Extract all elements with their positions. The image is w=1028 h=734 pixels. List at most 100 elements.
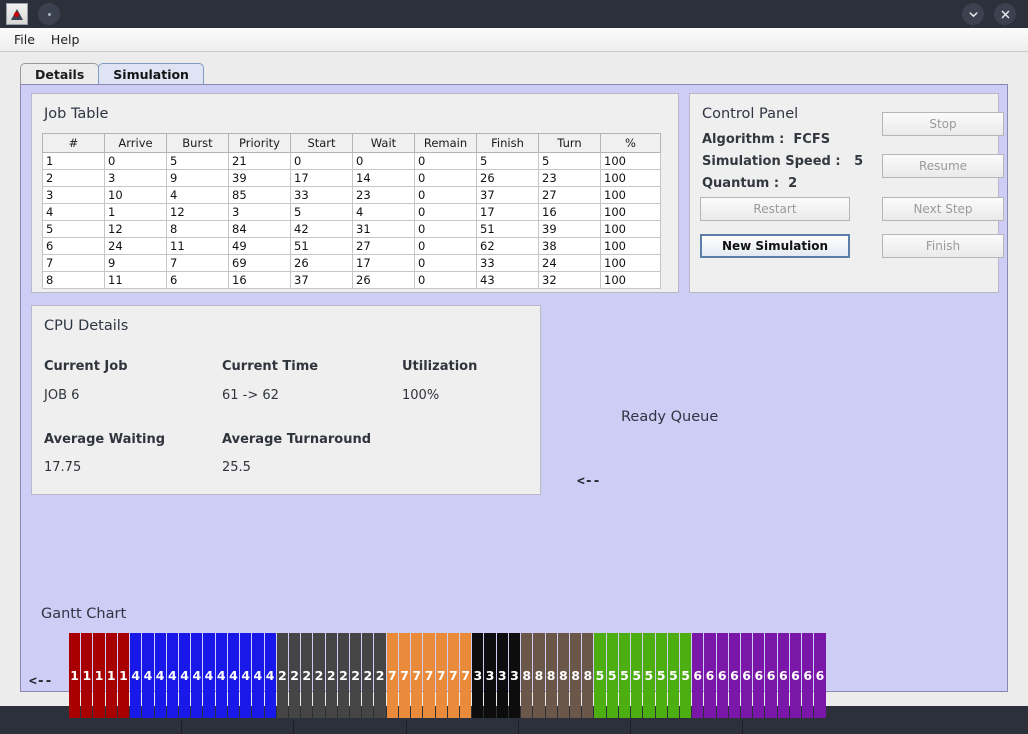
cell-start: 37 xyxy=(290,271,353,289)
cell-start: 42 xyxy=(290,220,353,238)
utilization-value: 100% xyxy=(402,388,440,403)
column-header-remain[interactable]: Remain xyxy=(414,133,477,153)
minimize-button[interactable] xyxy=(962,3,984,25)
cell-burst: 9 xyxy=(166,169,229,187)
gantt-cell-job-3: 3 xyxy=(508,633,521,718)
column-header-turn[interactable]: Turn xyxy=(538,133,601,153)
table-row[interactable]: 3 10 4 85 33 23 0 37 27 100 xyxy=(42,186,661,204)
cell-remain: 0 xyxy=(414,203,477,221)
gantt-cell-job-7: 7 xyxy=(447,633,459,718)
column-header-start[interactable]: Start xyxy=(290,133,353,153)
cell-arrive: 12 xyxy=(104,220,167,238)
cell-priority: 69 xyxy=(228,254,291,272)
table-row[interactable]: 8 11 6 16 37 26 0 43 32 100 xyxy=(42,271,661,289)
cell-wait: 27 xyxy=(352,237,415,255)
chevron-down-icon xyxy=(968,11,978,17)
column-header-arrive[interactable]: Arrive xyxy=(104,133,167,153)
cell-number: 3 xyxy=(42,186,105,204)
gantt-cell-job-4: 4 xyxy=(203,633,215,718)
gantt-cell-job-3: 3 xyxy=(472,633,484,718)
cell-turn: 5 xyxy=(538,152,601,170)
new-simulation-button[interactable]: New Simulation xyxy=(700,234,850,258)
current-job-value: JOB 6 xyxy=(44,388,80,403)
titlebar-dot-button[interactable] xyxy=(38,3,60,25)
cell-turn: 32 xyxy=(538,271,601,289)
column-header-percent[interactable]: % xyxy=(600,133,661,153)
gantt-cell-job-6: 6 xyxy=(765,633,777,718)
average-turnaround-value: 25.5 xyxy=(222,460,251,475)
column-header-finish[interactable]: Finish xyxy=(476,133,539,153)
tab-strip: Details Simulation xyxy=(20,63,204,84)
gantt-chart: 1111144444444444422222222277777773333888… xyxy=(69,633,826,734)
gantt-tick xyxy=(181,721,183,734)
gantt-cell-job-4: 4 xyxy=(215,633,227,718)
simulation-tab-panel: Job Table # Arrive Burst Priority Start … xyxy=(20,84,1008,734)
cell-priority: 21 xyxy=(228,152,291,170)
gantt-cell-job-6: 6 xyxy=(704,633,716,718)
cell-number: 2 xyxy=(42,169,105,187)
gantt-cell-job-2: 2 xyxy=(276,633,288,718)
cell-wait: 4 xyxy=(352,203,415,221)
window-titlebar xyxy=(0,0,1028,28)
menu-bar: File Help xyxy=(0,28,1028,52)
cell-percent: 100 xyxy=(600,186,661,204)
table-row[interactable]: 6 24 11 49 51 27 0 62 38 100 xyxy=(42,237,661,255)
ready-queue-marker: <-- xyxy=(577,474,601,489)
gantt-cell-job-4: 4 xyxy=(252,633,264,718)
cell-turn: 16 xyxy=(538,203,601,221)
cell-number: 5 xyxy=(42,220,105,238)
cell-finish: 51 xyxy=(476,220,539,238)
next-step-button[interactable]: Next Step xyxy=(882,197,1004,221)
column-header-priority[interactable]: Priority xyxy=(228,133,291,153)
table-row[interactable]: 7 9 7 69 26 17 0 33 24 100 xyxy=(42,254,661,272)
control-panel-title: Control Panel xyxy=(702,106,799,122)
cell-priority: 39 xyxy=(228,169,291,187)
column-header-burst[interactable]: Burst xyxy=(166,133,229,153)
job-table-header-row: # Arrive Burst Priority Start Wait Remai… xyxy=(42,133,661,153)
cell-percent: 100 xyxy=(600,203,661,221)
job-table-panel: Job Table # Arrive Burst Priority Start … xyxy=(31,93,679,293)
table-row[interactable]: 4 1 12 3 5 4 0 17 16 100 xyxy=(42,203,661,221)
gantt-cell-job-7: 7 xyxy=(386,633,398,718)
gantt-cell-job-6: 6 xyxy=(789,633,802,718)
cpu-details-title: CPU Details xyxy=(44,318,129,334)
close-button[interactable] xyxy=(994,3,1016,25)
gantt-cell-job-7: 7 xyxy=(423,633,435,718)
utilization-label: Utilization xyxy=(402,359,478,374)
cell-wait: 26 xyxy=(352,271,415,289)
cell-wait: 14 xyxy=(352,169,415,187)
column-header-number[interactable]: # xyxy=(42,133,105,153)
menu-item-help[interactable]: Help xyxy=(45,30,86,49)
cell-remain: 0 xyxy=(414,237,477,255)
resume-button[interactable]: Resume xyxy=(882,154,1004,178)
average-turnaround-label: Average Turnaround xyxy=(222,432,372,447)
gantt-cell-job-6: 6 xyxy=(802,633,814,718)
table-row[interactable]: 5 12 8 84 42 31 0 51 39 100 xyxy=(42,220,661,238)
gantt-cell-job-2: 2 xyxy=(362,633,374,718)
job-table-title: Job Table xyxy=(44,106,109,122)
cell-arrive: 10 xyxy=(104,186,167,204)
gantt-cell-job-5: 5 xyxy=(618,633,631,718)
table-row[interactable]: 1 0 5 21 0 0 0 5 5 100 xyxy=(42,152,661,170)
menu-item-file[interactable]: File xyxy=(8,30,41,49)
finish-button[interactable]: Finish xyxy=(882,234,1004,258)
restart-button[interactable]: Restart xyxy=(700,197,850,221)
window-body: Details Simulation Job Table # Arrive Bu… xyxy=(0,52,1028,734)
cell-percent: 100 xyxy=(600,237,661,255)
gantt-cell-job-2: 2 xyxy=(301,633,313,718)
cell-turn: 39 xyxy=(538,220,601,238)
tab-details[interactable]: Details xyxy=(20,63,100,84)
tab-simulation[interactable]: Simulation xyxy=(98,63,204,84)
gantt-cell-job-7: 7 xyxy=(460,633,472,718)
cell-start: 26 xyxy=(290,254,353,272)
cell-start: 5 xyxy=(290,203,353,221)
cell-remain: 0 xyxy=(414,220,477,238)
cell-percent: 100 xyxy=(600,254,661,272)
column-header-wait[interactable]: Wait xyxy=(352,133,415,153)
java-duke-icon xyxy=(11,8,23,20)
table-row[interactable]: 2 3 9 39 17 14 0 26 23 100 xyxy=(42,169,661,187)
gantt-cell-job-7: 7 xyxy=(398,633,411,718)
stop-button[interactable]: Stop xyxy=(882,112,1004,136)
gantt-cell-job-6: 6 xyxy=(716,633,728,718)
cell-arrive: 0 xyxy=(104,152,167,170)
